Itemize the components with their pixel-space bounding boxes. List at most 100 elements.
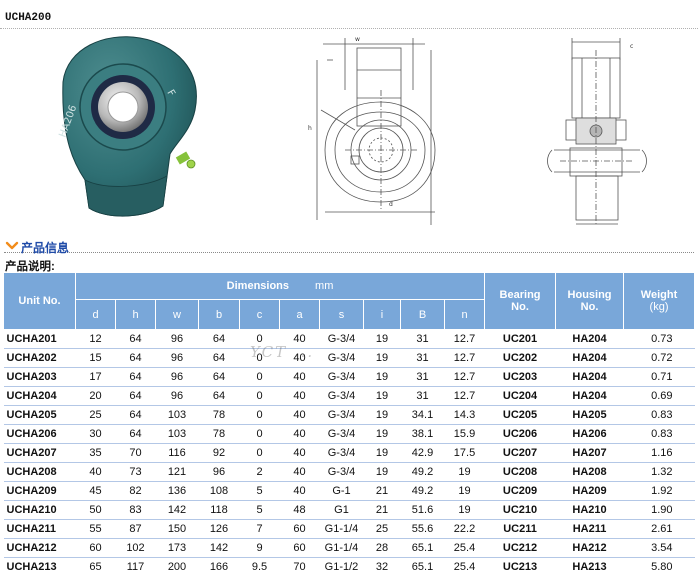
dim-cell-i: 25 [363, 519, 401, 539]
orange-arrow-icon [5, 241, 19, 250]
dim-header-b: B [400, 299, 445, 330]
dim-cell-h: 73 [115, 462, 156, 482]
dim-cell-n: 15.9 [444, 424, 485, 444]
svg-text:w: w [355, 36, 360, 43]
dim-cell-b: 55.6 [400, 519, 445, 539]
housing-no-cell: HA212 [555, 538, 624, 558]
weight-cell: 1.16 [623, 443, 695, 463]
housing-no-cell: HA213 [555, 557, 624, 573]
dim-cell-s: G-1 [319, 481, 364, 501]
bearing-no-cell: UC203 [484, 367, 556, 387]
housing-no-cell: HA204 [555, 386, 624, 406]
dim-cell-b: 49.2 [400, 462, 445, 482]
dim-cell-i: 28 [363, 538, 401, 558]
dim-cell-b: 108 [198, 481, 240, 501]
weight-cell: 1.90 [623, 500, 695, 520]
svg-text:d: d [389, 201, 393, 208]
dim-cell-h: 87 [115, 519, 156, 539]
table-row: UCHA211 55 87 150 126 7 60 G1-1/4 25 55.6 22.2 UC21… [3, 519, 695, 539]
dim-cell-i: 19 [363, 367, 401, 387]
dim-cell-w: 200 [155, 557, 199, 573]
dim-cell-d: 17 [75, 367, 116, 387]
dim-header-c: c [239, 299, 280, 330]
dim-cell-a: 40 [279, 386, 320, 406]
dim-cell-i: 21 [363, 481, 401, 501]
dim-cell-b: 65.1 [400, 557, 445, 573]
dim-cell-b: 92 [198, 443, 240, 463]
table-row: UCHA207 35 70 116 92 0 40 G-3/4 19 42.9 17.5 UC207 H… [3, 443, 695, 463]
dim-cell-w: 116 [155, 443, 199, 463]
dim-cell-h: 117 [115, 557, 156, 573]
dim-cell-d: 12 [75, 329, 116, 349]
dim-cell-a: 40 [279, 367, 320, 387]
dim-cell-s: G1 [319, 500, 364, 520]
dim-cell-w: 173 [155, 538, 199, 558]
unit-no-cell: UCHA210 [3, 500, 76, 520]
dim-header-d: d [75, 299, 116, 330]
table-row: UCHA212 60 102 173 142 9 60 G1-1/4 28 65.1 25.4 UC2… [3, 538, 695, 558]
dim-cell-b: 49.2 [400, 481, 445, 501]
bearing-no-cell: UC204 [484, 386, 556, 406]
dim-cell-d: 25 [75, 405, 116, 425]
dim-cell-b: 65.1 [400, 538, 445, 558]
dim-cell-a: 40 [279, 443, 320, 463]
dim-header-i: i [363, 299, 401, 330]
dim-cell-b: 64 [198, 367, 240, 387]
dim-cell-d: 40 [75, 462, 116, 482]
dim-cell-h: 64 [115, 424, 156, 444]
dim-cell-h: 64 [115, 405, 156, 425]
bearing-no-cell: UC213 [484, 557, 556, 573]
dim-cell-h: 82 [115, 481, 156, 501]
header-row-top: Unit No. Dimensions mm Bearing No. Housing… [3, 272, 696, 330]
unit-no-cell: UCHA201 [3, 329, 76, 349]
dim-cell-c: 0 [239, 443, 280, 463]
housing-no-cell: HA205 [555, 405, 624, 425]
dim-cell-i: 19 [363, 348, 401, 368]
dim-cell-i: 19 [363, 386, 401, 406]
dim-cell-a: 40 [279, 405, 320, 425]
dim-cell-n: 12.7 [444, 348, 485, 368]
dim-cell-d: 65 [75, 557, 116, 573]
product-photo: HA206 F [57, 36, 197, 217]
unit-no-cell: UCHA202 [3, 348, 76, 368]
dim-cell-c: 9.5 [239, 557, 280, 573]
housing-no-cell: HA211 [555, 519, 624, 539]
weight-cell: 0.69 [623, 386, 695, 406]
dim-cell-b: 126 [198, 519, 240, 539]
dim-cell-b: 64 [198, 329, 240, 349]
weight-cell: 0.73 [623, 329, 695, 349]
bearing-no-cell: UC201 [484, 329, 556, 349]
weight-cell: 5.80 [623, 557, 695, 573]
unit-no-cell: UCHA203 [3, 367, 76, 387]
dim-cell-w: 142 [155, 500, 199, 520]
table-row: UCHA204 20 64 96 64 0 40 G-3/4 19 31 12.7 UC204 HA20… [3, 386, 695, 406]
dim-cell-b: 142 [198, 538, 240, 558]
unit-no-cell: UCHA206 [3, 424, 76, 444]
table-row: UCHA210 50 83 142 118 5 48 G1 21 51.6 19 UC210 HA210… [3, 500, 695, 520]
dim-cell-h: 64 [115, 367, 156, 387]
dim-cell-b: 31 [400, 348, 445, 368]
dim-header-h: h [115, 299, 156, 330]
housing-no-header: Housing No. [555, 272, 625, 330]
dim-cell-a: 48 [279, 500, 320, 520]
dim-cell-s: G1-1/4 [319, 519, 364, 539]
top-divider [0, 28, 698, 29]
dim-cell-c: 0 [239, 329, 280, 349]
dim-cell-i: 19 [363, 424, 401, 444]
dim-cell-w: 103 [155, 424, 199, 444]
dimensions-header: Dimensions mm [74, 272, 486, 300]
housing-no-cell: HA210 [555, 500, 624, 520]
housing-no-cell: HA206 [555, 424, 624, 444]
dim-cell-b: 31 [400, 367, 445, 387]
unit-no-header: Unit No. [3, 272, 76, 330]
dim-cell-a: 70 [279, 557, 320, 573]
dimensions-unit: mm [315, 280, 334, 292]
dim-cell-s: G-3/4 [319, 329, 364, 349]
dim-cell-i: 19 [363, 443, 401, 463]
bearing-no-cell: UC205 [484, 405, 556, 425]
dim-cell-w: 96 [155, 329, 199, 349]
weight-header: Weight (kg) [623, 272, 696, 330]
weight-cell: 0.83 [623, 424, 695, 444]
housing-no-cell: HA204 [555, 348, 624, 368]
svg-text:h: h [308, 125, 312, 132]
